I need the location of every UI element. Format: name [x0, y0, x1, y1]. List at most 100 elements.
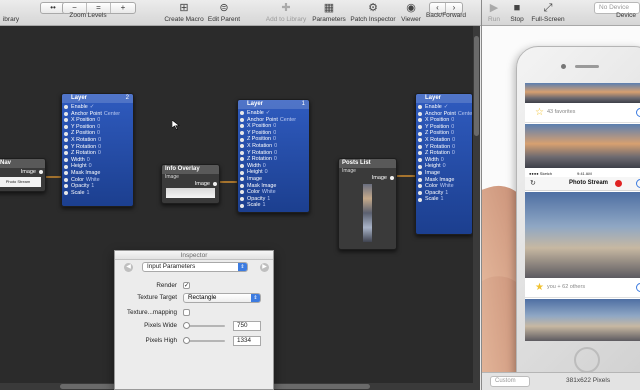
- canvas-vertical-scrollbar[interactable]: [473, 26, 480, 390]
- port-connector-icon[interactable]: [240, 111, 244, 116]
- port-connector-icon[interactable]: [64, 111, 68, 116]
- port-connector-icon[interactable]: [418, 177, 422, 182]
- inspector-section-popup[interactable]: Input Parameters ⇕: [142, 262, 248, 272]
- port-connector-icon[interactable]: [240, 183, 244, 188]
- layer-2-port[interactable]: Height 0: [238, 169, 309, 176]
- viewer-zoom-field[interactable]: Custom: [490, 376, 530, 387]
- port-connector-icon[interactable]: [418, 111, 422, 116]
- port-connector-icon[interactable]: [418, 197, 422, 202]
- layer-2-port[interactable]: Z Position 0: [238, 136, 309, 143]
- inspector-prev-icon[interactable]: ◀: [124, 263, 133, 272]
- layer-3-port[interactable]: Image: [416, 170, 472, 177]
- port-connector-icon[interactable]: [240, 144, 244, 149]
- port-connector-icon[interactable]: [64, 177, 68, 182]
- star-filled-icon[interactable]: ★: [535, 282, 544, 294]
- iphone-screen[interactable]: ☆ 43 favorites i ●●●● Sketch 9:41 AM ↻ P…: [525, 83, 640, 341]
- patch-nav[interactable]: Nav Image Photo Stream: [0, 158, 46, 192]
- port-connector-icon[interactable]: [418, 118, 422, 123]
- layer-2-port[interactable]: Enable ✓: [238, 110, 309, 117]
- info-icon[interactable]: i: [636, 283, 640, 292]
- layer-3-port[interactable]: Z Rotation 0: [416, 150, 472, 157]
- layer-1-port[interactable]: Z Rotation 0: [62, 150, 133, 157]
- layer-2-port[interactable]: Image: [238, 176, 309, 183]
- port-connector-icon[interactable]: [64, 144, 68, 149]
- layer-3-port[interactable]: X Position 0: [416, 117, 472, 124]
- layer-3-port[interactable]: Y Position 0: [416, 124, 472, 131]
- pixels-wide-slider[interactable]: [183, 322, 225, 329]
- patch-posts-list[interactable]: Posts List Image Image: [338, 158, 397, 250]
- layer-1-port[interactable]: Z Position 0: [62, 130, 133, 137]
- port-connector-icon[interactable]: [418, 158, 422, 163]
- layer-1-port[interactable]: Opacity 1: [62, 183, 133, 190]
- layer-1-port[interactable]: Enable ✓: [62, 104, 133, 111]
- fullscreen-button[interactable]: ⤢ Full-Screen: [530, 0, 566, 26]
- port-connector-icon[interactable]: [64, 105, 68, 110]
- patch-layer-3[interactable]: Layer Enable ✓ Anchor Point Center X Positio…: [415, 93, 473, 235]
- layer-3-port[interactable]: Enable ✓: [416, 104, 472, 111]
- port-connector-icon[interactable]: [240, 197, 244, 202]
- pixels-wide-field[interactable]: 750: [233, 321, 261, 331]
- info-icon[interactable]: i: [636, 108, 640, 117]
- pixels-high-field[interactable]: 1334: [233, 336, 261, 346]
- layer-2-port[interactable]: Y Position 0: [238, 130, 309, 137]
- port-connector-icon[interactable]: [418, 138, 422, 143]
- port-connector-icon[interactable]: [418, 184, 422, 189]
- patch-info-overlay-output[interactable]: Image: [162, 180, 219, 188]
- port-connector-icon[interactable]: [418, 151, 422, 156]
- layer-1-port[interactable]: Mask Image: [62, 170, 133, 177]
- layer-3-port[interactable]: Mask Image: [416, 177, 472, 184]
- layer-2-port[interactable]: Anchor Point Center: [238, 117, 309, 124]
- layer-2-port[interactable]: X Rotation 0: [238, 143, 309, 150]
- port-connector-icon[interactable]: [240, 124, 244, 129]
- parameters-button[interactable]: ▦ Parameters: [311, 0, 347, 26]
- patch-inspector-button[interactable]: ⚙ Patch Inspector: [348, 0, 398, 26]
- layer-3-port[interactable]: Color White: [416, 183, 472, 190]
- layer-1-port[interactable]: Height 0: [62, 163, 133, 170]
- library-button[interactable]: ibrary: [0, 0, 22, 26]
- layer-1-port[interactable]: X Position 0: [62, 117, 133, 124]
- record-icon[interactable]: [615, 180, 622, 187]
- port-connector-icon[interactable]: [240, 117, 244, 122]
- texture-target-select[interactable]: Rectangle ⇕: [183, 293, 261, 303]
- layer-3-port[interactable]: Y Rotation 0: [416, 144, 472, 151]
- port-connector-icon[interactable]: [64, 125, 68, 130]
- layer-3-port[interactable]: Height 0: [416, 163, 472, 170]
- port-connector-icon[interactable]: [64, 138, 68, 143]
- canvas-vscroll-thumb[interactable]: [474, 36, 479, 136]
- layer-2-port[interactable]: Z Rotation 0: [238, 156, 309, 163]
- edit-parent-button[interactable]: ⊜ Edit Parent: [206, 0, 242, 26]
- stop-button[interactable]: ■ Stop: [508, 0, 526, 26]
- port-connector-icon[interactable]: [64, 118, 68, 123]
- pixels-high-slider-knob[interactable]: [183, 337, 190, 344]
- port-connector-icon[interactable]: [418, 191, 422, 196]
- run-button[interactable]: ▶ Run: [486, 0, 502, 26]
- pixels-high-slider[interactable]: [183, 337, 225, 344]
- create-macro-button[interactable]: ⊞ Create Macro: [160, 0, 208, 26]
- layer-2-port[interactable]: Color White: [238, 189, 309, 196]
- layer-1-port[interactable]: Color White: [62, 177, 133, 184]
- layer-2-port[interactable]: Width 0: [238, 163, 309, 170]
- viewer-button[interactable]: ◉ Viewer: [399, 0, 423, 26]
- patch-nav-output[interactable]: Image: [0, 168, 45, 176]
- layer-3-port[interactable]: Scale 1: [416, 196, 472, 203]
- port-connector-icon[interactable]: [64, 164, 68, 169]
- patch-layer-1[interactable]: Layer 2 Enable ✓ Anchor Point Center X Positi…: [61, 93, 134, 207]
- port-connector-icon[interactable]: [418, 105, 422, 110]
- port-connector-icon[interactable]: [240, 203, 244, 208]
- pixels-wide-slider-knob[interactable]: [183, 322, 190, 329]
- patch-layer-2[interactable]: Layer 1 Enable ✓ Anchor Point Center X Positi…: [237, 99, 310, 213]
- star-icon[interactable]: ☆: [535, 107, 544, 119]
- layer-3-port[interactable]: Opacity 1: [416, 190, 472, 197]
- port-connector-icon[interactable]: [64, 191, 68, 196]
- layer-3-port[interactable]: Width 0: [416, 157, 472, 164]
- favorites-row-2[interactable]: ★ you + 62 others i: [525, 278, 640, 298]
- port-connector-icon[interactable]: [64, 151, 68, 156]
- port-connector-icon[interactable]: [64, 171, 68, 176]
- inspector-next-icon[interactable]: ▶: [260, 263, 269, 272]
- layer-1-port[interactable]: Anchor Point Center: [62, 111, 133, 118]
- layer-2-port[interactable]: X Position 0: [238, 123, 309, 130]
- port-connector-icon[interactable]: [240, 177, 244, 182]
- patch-info-overlay[interactable]: Info Overlay Image Image: [161, 164, 220, 204]
- port-connector-icon[interactable]: [418, 171, 422, 176]
- port-connector-icon[interactable]: [240, 150, 244, 155]
